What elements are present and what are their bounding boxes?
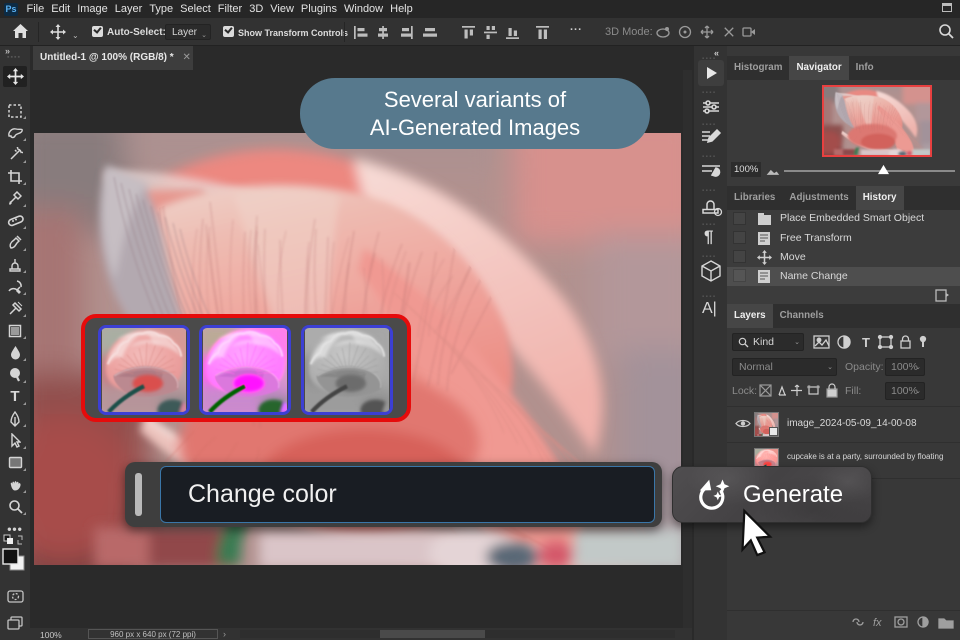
- svg-text:T: T: [862, 335, 870, 350]
- svg-text:fx: fx: [873, 617, 882, 629]
